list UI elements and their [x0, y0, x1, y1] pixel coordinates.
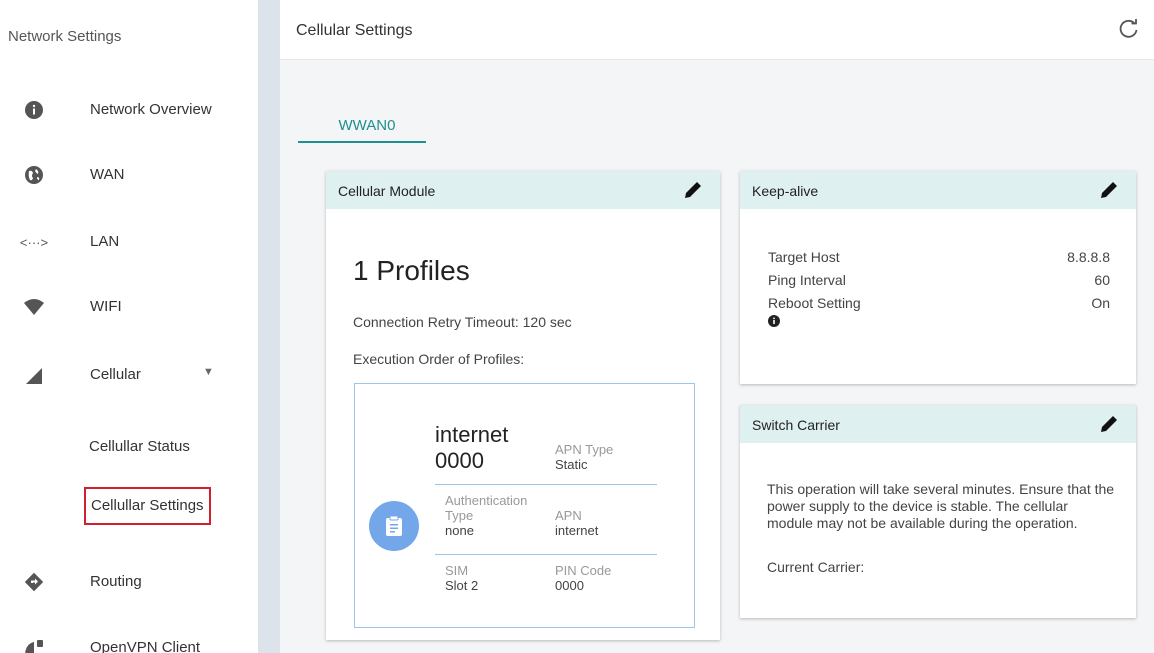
routing-icon — [22, 570, 46, 594]
sidebar-title: Network Settings — [8, 28, 122, 45]
pin-code-value: 0000 — [555, 578, 584, 593]
info-icon[interactable] — [768, 314, 780, 327]
refresh-icon[interactable] — [1118, 18, 1140, 40]
card-header: Cellular Module — [326, 171, 720, 209]
apn-field: APN internet — [555, 508, 598, 538]
target-host-row: Target Host 8.8.8.8 — [768, 249, 1110, 269]
profile-name-line2: 0000 — [435, 448, 484, 473]
execution-order-label: Execution Order of Profiles: — [353, 351, 525, 367]
reboot-setting-row: Reboot Setting On — [768, 295, 1110, 315]
edit-icon[interactable] — [1098, 179, 1120, 201]
clipboard-icon — [369, 501, 419, 551]
apn-value: internet — [555, 523, 599, 538]
header-bar: Cellular Settings — [280, 0, 1154, 60]
sidebar-item-label: Routing — [90, 573, 142, 590]
keep-alive-card: Keep-alive Target Host 8.8.8.8 Ping Inte… — [740, 171, 1136, 384]
divider — [435, 554, 657, 555]
divider — [435, 484, 657, 485]
sidebar-item-network-overview[interactable]: Network Overview — [0, 90, 258, 130]
apn-type-label: APN Type — [555, 442, 614, 457]
switch-carrier-message: This operation will take several minutes… — [767, 481, 1115, 531]
sidebar-subitem-cellular-status[interactable]: Cellullar Status — [84, 428, 195, 466]
sidebar: Network Settings Network Overview WAN <·… — [0, 0, 258, 653]
reboot-setting-label: Reboot Setting — [768, 295, 861, 311]
target-host-value: 8.8.8.8 — [1067, 249, 1110, 265]
pin-code-field: PIN Code 0000 — [555, 563, 611, 593]
sidebar-item-openvpn-client[interactable]: OpenVPN Client — [0, 628, 258, 653]
ping-interval-label: Ping Interval — [768, 272, 846, 288]
edit-icon[interactable] — [682, 179, 704, 201]
auth-type-field: Authentication Type none — [445, 493, 527, 538]
globe-icon — [22, 163, 46, 187]
sidebar-item-lan[interactable]: <···> LAN — [0, 222, 258, 262]
auth-type-value: none — [445, 523, 474, 538]
card-title: Switch Carrier — [752, 417, 840, 433]
info-icon — [22, 98, 46, 122]
vpn-icon — [22, 636, 46, 653]
switch-carrier-card: Switch Carrier This operation will take … — [740, 405, 1136, 618]
profile-name-line1: internet — [435, 422, 509, 447]
sidebar-item-cellular[interactable]: Cellular ▼ — [0, 355, 258, 395]
retry-timeout: Connection Retry Timeout: 120 sec — [353, 314, 572, 330]
auth-type-label-2: Type — [445, 508, 474, 523]
chevron-down-icon: ▼ — [203, 366, 214, 378]
sidebar-divider — [258, 0, 280, 653]
apn-type-value: Static — [555, 457, 588, 472]
pin-code-label: PIN Code — [555, 563, 612, 578]
current-carrier-label: Current Carrier: — [767, 559, 865, 575]
cellular-module-card: Cellular Module 1 Profiles Connection Re… — [326, 171, 720, 640]
ping-interval-row: Ping Interval 60 — [768, 272, 1110, 292]
sidebar-subitem-cellular-settings[interactable]: Cellullar Settings — [84, 487, 211, 525]
card-header: Keep-alive — [740, 171, 1136, 209]
apn-label: APN — [555, 508, 582, 523]
sim-label: SIM — [445, 563, 469, 578]
card-title: Keep-alive — [752, 183, 819, 199]
auth-type-label: Authentication — [445, 493, 528, 508]
edit-icon[interactable] — [1098, 413, 1120, 435]
profile-card[interactable]: internet 0000 APN Type Static Authentica… — [354, 383, 695, 628]
sidebar-item-label: WAN — [90, 166, 125, 183]
tab-wwan0[interactable]: WWAN0 — [298, 115, 426, 143]
reboot-setting-value: On — [1091, 295, 1110, 311]
wifi-icon — [22, 295, 46, 319]
apn-type-field: APN Type Static — [555, 442, 613, 472]
signal-icon — [22, 363, 46, 387]
sidebar-item-label: LAN — [90, 233, 120, 250]
profile-name: internet 0000 — [435, 422, 508, 474]
sidebar-item-label: Network Overview — [90, 101, 212, 118]
sidebar-item-label: WIFI — [90, 298, 122, 315]
lan-icon: <···> — [19, 234, 49, 250]
sidebar-item-label: Cellular — [90, 366, 141, 383]
sidebar-item-wan[interactable]: WAN — [0, 155, 258, 195]
sidebar-item-wifi[interactable]: WIFI — [0, 287, 258, 327]
sim-field: SIM Slot 2 — [445, 563, 478, 593]
target-host-label: Target Host — [768, 249, 840, 265]
profiles-count: 1 Profiles — [353, 255, 470, 286]
ping-interval-value: 60 — [1094, 272, 1110, 288]
sidebar-item-label: OpenVPN Client — [90, 639, 201, 653]
page-title: Cellular Settings — [296, 22, 413, 39]
tab-label: WWAN0 — [338, 117, 396, 134]
card-header: Switch Carrier — [740, 405, 1136, 443]
card-title: Cellular Module — [338, 183, 436, 199]
sidebar-item-routing[interactable]: Routing — [0, 562, 258, 602]
sim-value: Slot 2 — [445, 578, 479, 593]
main-content: Cellular Settings WWAN0 Cellular Module … — [280, 0, 1154, 653]
